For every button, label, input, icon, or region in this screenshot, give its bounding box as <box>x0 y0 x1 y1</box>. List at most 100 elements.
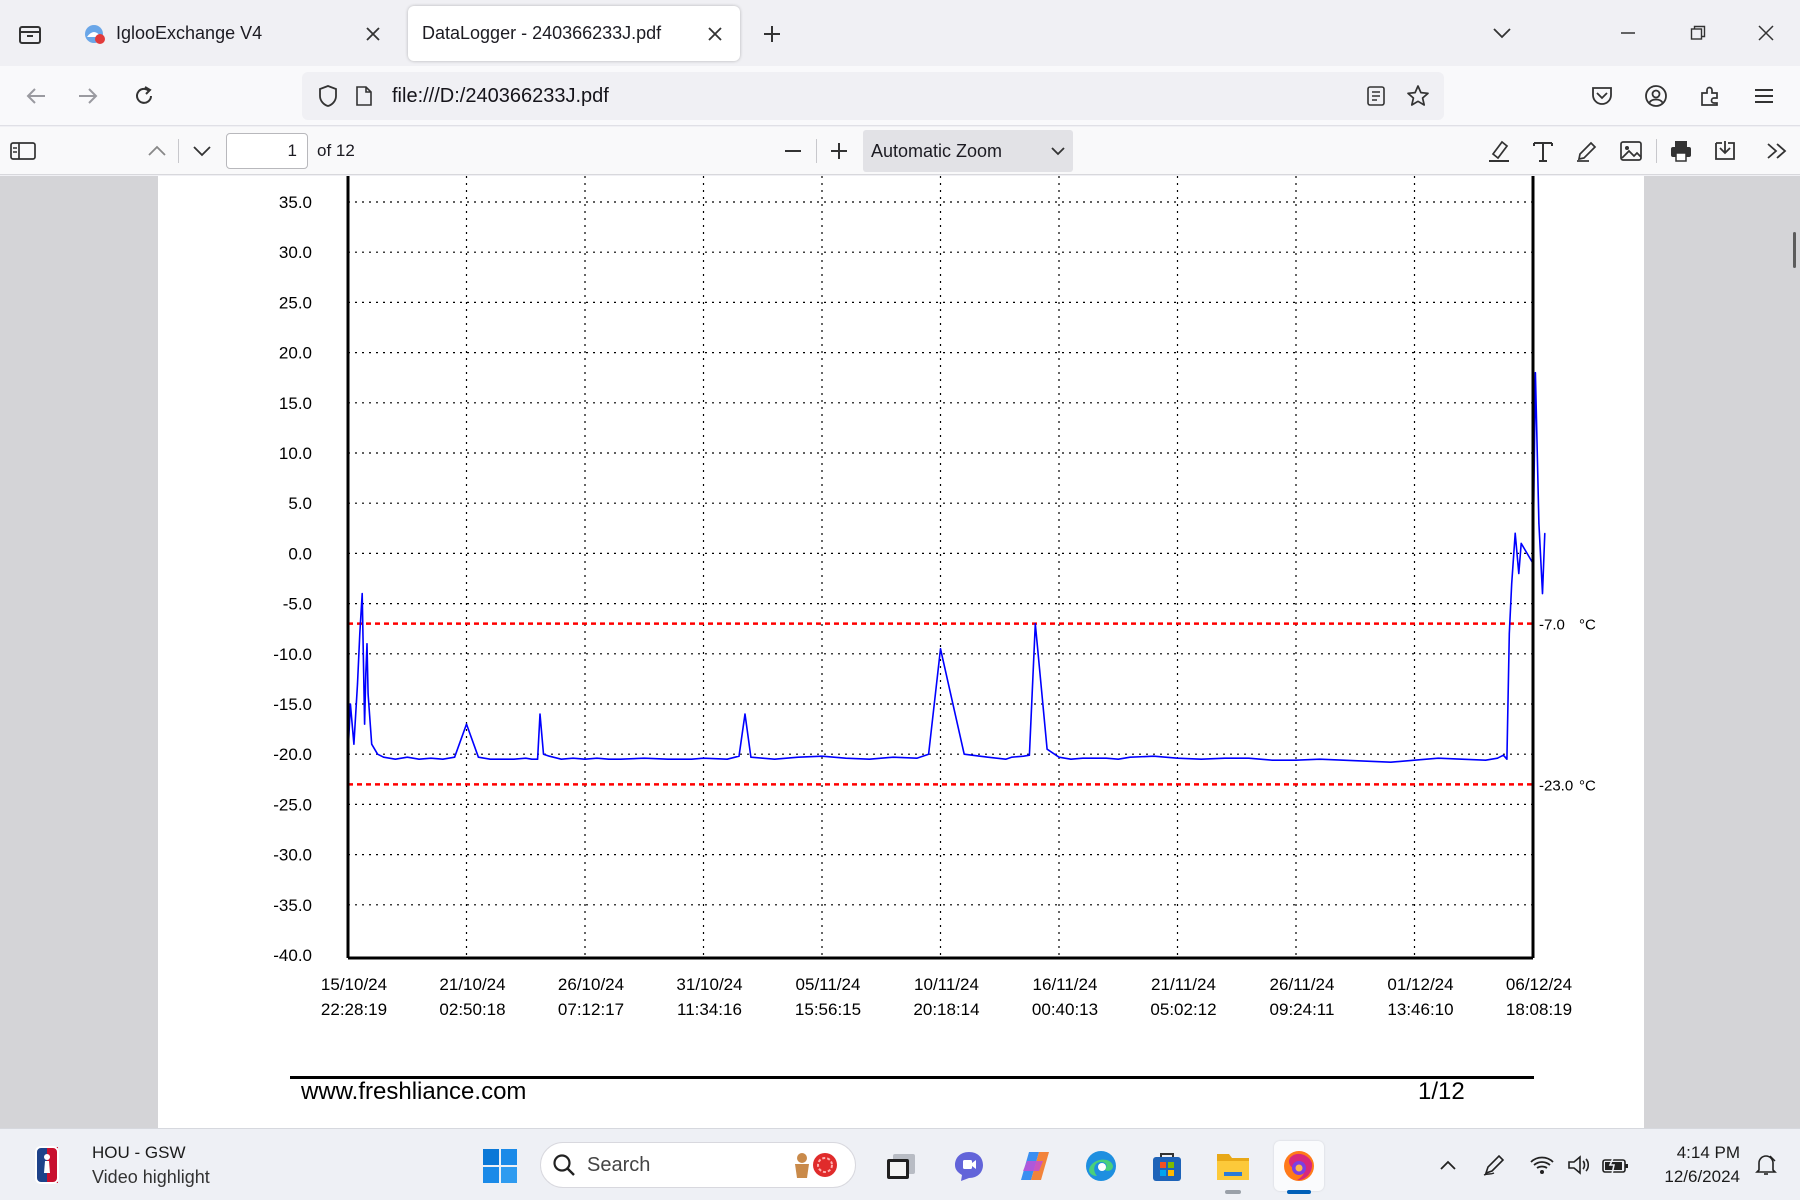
app-menu-button[interactable] <box>1746 78 1782 114</box>
extensions-button[interactable] <box>1692 78 1728 114</box>
news-widget[interactable]: HOU - GSW Video highlight <box>30 1139 270 1191</box>
network-status[interactable] <box>1526 1149 1558 1181</box>
tab-overflow-chevron-button[interactable] <box>1484 16 1520 50</box>
next-page-button[interactable] <box>185 134 219 168</box>
toolbar-separator <box>1656 139 1657 163</box>
data-point <box>1508 633 1510 635</box>
tab-strip: IglooExchange V4 DataLogger - 240366233J… <box>0 0 1800 66</box>
add-text-button[interactable] <box>1526 134 1560 168</box>
taskbar-search[interactable]: Search <box>540 1142 856 1188</box>
teams-chat-button[interactable] <box>944 1141 994 1191</box>
data-point <box>922 755 924 757</box>
data-point <box>377 753 379 755</box>
x-axis-tick-labels: 15/10/24 22:28:19 21/10/24 02:50:18 26/10/24… <box>321 975 1572 1019</box>
forward-button[interactable] <box>70 78 106 114</box>
data-point <box>531 758 533 760</box>
news-subtitle: Video highlight <box>92 1166 210 1187</box>
reload-button[interactable] <box>126 78 162 114</box>
pen-icon <box>1577 141 1597 162</box>
zoom-out-button[interactable] <box>776 134 810 168</box>
close-window-button[interactable] <box>1748 16 1784 50</box>
x-tick-time: 13:46:10 <box>1387 1000 1453 1019</box>
tools-overflow-button[interactable] <box>1760 134 1794 168</box>
x-tick-time: 22:28:19 <box>321 1000 387 1019</box>
data-point <box>1011 756 1013 758</box>
account-button[interactable] <box>1638 78 1674 114</box>
url-text[interactable]: file:///D:/240366233J.pdf <box>392 85 1358 108</box>
back-button[interactable] <box>18 78 54 114</box>
page-number-input[interactable]: 1 <box>226 133 308 169</box>
minimize-window-button[interactable] <box>1610 16 1646 50</box>
zoom-select[interactable]: Automatic Zoom <box>863 130 1073 172</box>
data-point <box>418 758 420 760</box>
bookmark-star-icon[interactable] <box>1400 78 1436 114</box>
pocket-icon <box>1592 87 1612 105</box>
x-tick-date: 05/11/24 <box>796 975 861 994</box>
data-point <box>572 757 574 759</box>
reader-view-icon[interactable] <box>1358 78 1394 114</box>
scrollbar-thumb[interactable] <box>1793 232 1796 268</box>
data-point <box>584 758 586 760</box>
battery-status[interactable] <box>1600 1149 1632 1181</box>
y-tick-label: -10.0 <box>273 645 312 664</box>
data-point <box>1366 760 1368 762</box>
close-tab-icon[interactable] <box>358 19 388 49</box>
plus-icon <box>831 143 847 159</box>
tab-datalogger-pdf[interactable]: DataLogger - 240366233J.pdf <box>408 6 740 61</box>
data-point <box>1390 761 1392 763</box>
y-tick-label: 20.0 <box>279 344 312 363</box>
tab-igloo-exchange[interactable]: IglooExchange V4 <box>68 6 398 61</box>
add-image-button[interactable] <box>1614 134 1648 168</box>
notifications-button[interactable] <box>1750 1149 1782 1181</box>
microsoft-store-button[interactable] <box>1142 1141 1192 1191</box>
volume-control[interactable] <box>1564 1149 1596 1181</box>
x-tick-date: 16/11/24 <box>1033 975 1098 994</box>
threshold-label: -23.0 <box>1539 777 1573 794</box>
data-point <box>738 755 740 757</box>
x-tick-time: 09:24:11 <box>1270 1000 1335 1019</box>
task-view-button[interactable] <box>876 1141 926 1191</box>
shield-icon[interactable] <box>310 78 346 114</box>
data-point <box>442 758 444 760</box>
highlight-button[interactable] <box>1482 134 1516 168</box>
data-point <box>1153 755 1155 757</box>
file-explorer-button[interactable] <box>1208 1141 1258 1194</box>
puzzle-piece-icon <box>1701 86 1718 106</box>
toolbar-separator <box>178 139 179 163</box>
edge-browser-button[interactable] <box>1076 1141 1126 1191</box>
y-tick-label: 15.0 <box>279 394 312 413</box>
print-button[interactable] <box>1664 134 1698 168</box>
save-download-button[interactable] <box>1708 134 1742 168</box>
list-all-tabs-button[interactable] <box>14 18 46 50</box>
tab-list-icon <box>19 26 41 44</box>
pocket-button[interactable] <box>1584 78 1620 114</box>
data-point <box>643 757 645 759</box>
new-tab-button[interactable] <box>756 18 788 50</box>
sidebar-toggle-button[interactable] <box>6 134 40 168</box>
close-tab-icon[interactable] <box>700 19 730 49</box>
pdf-viewer[interactable]: -7.0 °C -23.0 °C 35.0 30.0 25.0 20.0 15.0 10.0 5.… <box>0 176 1800 1128</box>
zoom-in-button[interactable] <box>822 134 856 168</box>
data-point <box>1248 757 1250 759</box>
x-tick-date: 31/10/24 <box>676 975 742 994</box>
data-point <box>1271 759 1273 761</box>
firefox-button[interactable] <box>1274 1141 1324 1194</box>
temperature-series-line <box>347 371 1546 764</box>
data-point <box>916 757 918 759</box>
hamburger-menu-icon <box>1755 89 1773 103</box>
edge-icon <box>1086 1151 1116 1181</box>
restore-window-button[interactable] <box>1680 16 1716 50</box>
data-point <box>963 753 965 755</box>
data-point <box>1005 758 1007 760</box>
start-button[interactable] <box>475 1141 525 1191</box>
copilot-button[interactable] <box>1010 1141 1060 1191</box>
pen-menu-button[interactable] <box>1478 1149 1510 1181</box>
previous-page-button[interactable] <box>140 134 174 168</box>
url-bar[interactable]: file:///D:/240366233J.pdf <box>302 72 1444 120</box>
system-clock[interactable]: 4:14 PM 12/6/2024 <box>1640 1141 1740 1189</box>
draw-button[interactable] <box>1570 134 1604 168</box>
y-axis-tick-labels: 35.0 30.0 25.0 20.0 15.0 10.0 5.0 0.0 -5.0 -10.0 -… <box>273 193 312 965</box>
show-hidden-icons-button[interactable] <box>1432 1149 1464 1181</box>
pen-icon <box>1483 1154 1505 1176</box>
data-point <box>1028 754 1030 756</box>
